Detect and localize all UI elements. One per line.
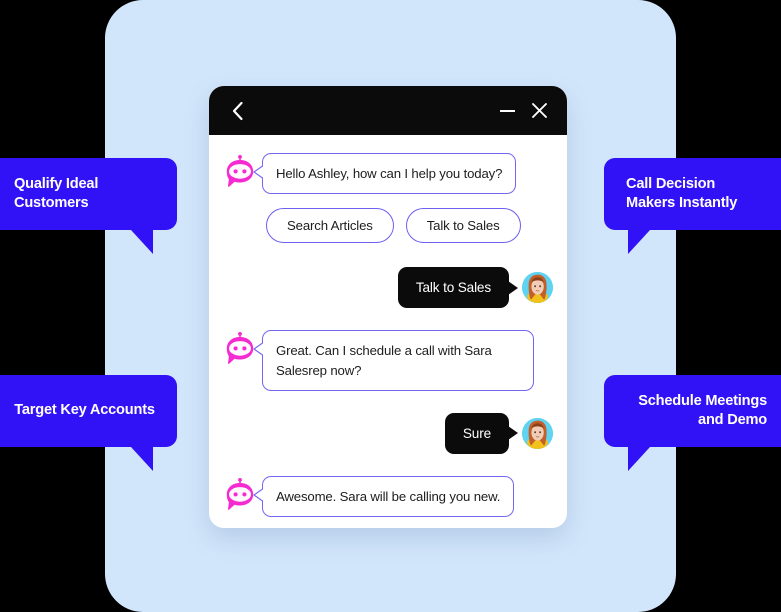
message-row-bot: Hello Ashley, how can I help you today?	[223, 153, 553, 195]
bot-avatar-icon	[223, 477, 257, 512]
bot-avatar-icon	[223, 332, 257, 366]
chat-message-list: Hello Ashley, how can I help you today? …	[209, 135, 567, 528]
chat-window: Hello Ashley, how can I help you today? …	[209, 86, 567, 528]
quick-reply-search-articles[interactable]: Search Articles	[266, 208, 394, 244]
close-icon[interactable]	[528, 100, 550, 122]
callout-label: Schedule Meetings and Demo	[638, 392, 767, 428]
chevron-left-icon[interactable]	[231, 101, 244, 121]
callout-label: Call Decision Makers Instantly	[626, 175, 738, 211]
message-text: Talk to Sales	[415, 280, 491, 296]
chat-window-titlebar	[209, 86, 567, 135]
message-text: Hello Ashley, how can I help you today?	[276, 166, 503, 181]
user-avatar	[522, 417, 553, 449]
callout-qualify-ideal-customers: Qualify Ideal Customers	[0, 158, 177, 254]
callout-tail-icon	[131, 230, 153, 254]
message-text: Great. Can I schedule a call with Sara S…	[276, 343, 492, 378]
user-avatar	[522, 272, 553, 304]
message-row-user: Talk to Sales	[223, 267, 553, 309]
bot-avatar-icon	[223, 155, 257, 189]
callout-tail-icon	[131, 447, 153, 471]
callout-schedule-meetings-and-demo: Schedule Meetings and Demo	[604, 375, 781, 471]
quick-reply-row: Search Articles Talk to Sales	[266, 208, 553, 244]
message-row-bot: Great. Can I schedule a call with Sara S…	[223, 330, 553, 391]
callout-call-decision-makers-instantly: Call Decision Makers Instantly	[604, 158, 781, 254]
callout-label: Target Key Accounts	[14, 402, 155, 419]
callout-label: Qualify Ideal Customers	[14, 175, 99, 211]
chat-bubble-user: Sure	[444, 412, 509, 454]
callout-target-key-accounts: Target Key Accounts	[0, 375, 177, 471]
message-text: Awesome. Sara will be calling you new.	[276, 488, 501, 504]
callout-tail-icon	[628, 447, 650, 471]
chat-bubble-bot: Great. Can I schedule a call with Sara S…	[253, 330, 534, 391]
callout-tail-icon	[628, 230, 650, 254]
chat-bubble-user: Talk to Sales	[397, 267, 509, 309]
chat-bubble-bot: Awesome. Sara will be calling you new.	[252, 475, 515, 518]
quick-reply-talk-to-sales[interactable]: Talk to Sales	[405, 208, 521, 244]
message-row-bot: Awesome. Sara will be calling you new.	[223, 475, 553, 518]
message-row-user: Sure	[223, 412, 553, 454]
minimize-icon[interactable]	[496, 100, 518, 122]
message-text: Sure	[462, 425, 491, 441]
chat-bubble-bot: Hello Ashley, how can I help you today?	[252, 153, 517, 195]
screenshot-root: Qualify Ideal Customers Target Key Accou…	[0, 0, 781, 612]
